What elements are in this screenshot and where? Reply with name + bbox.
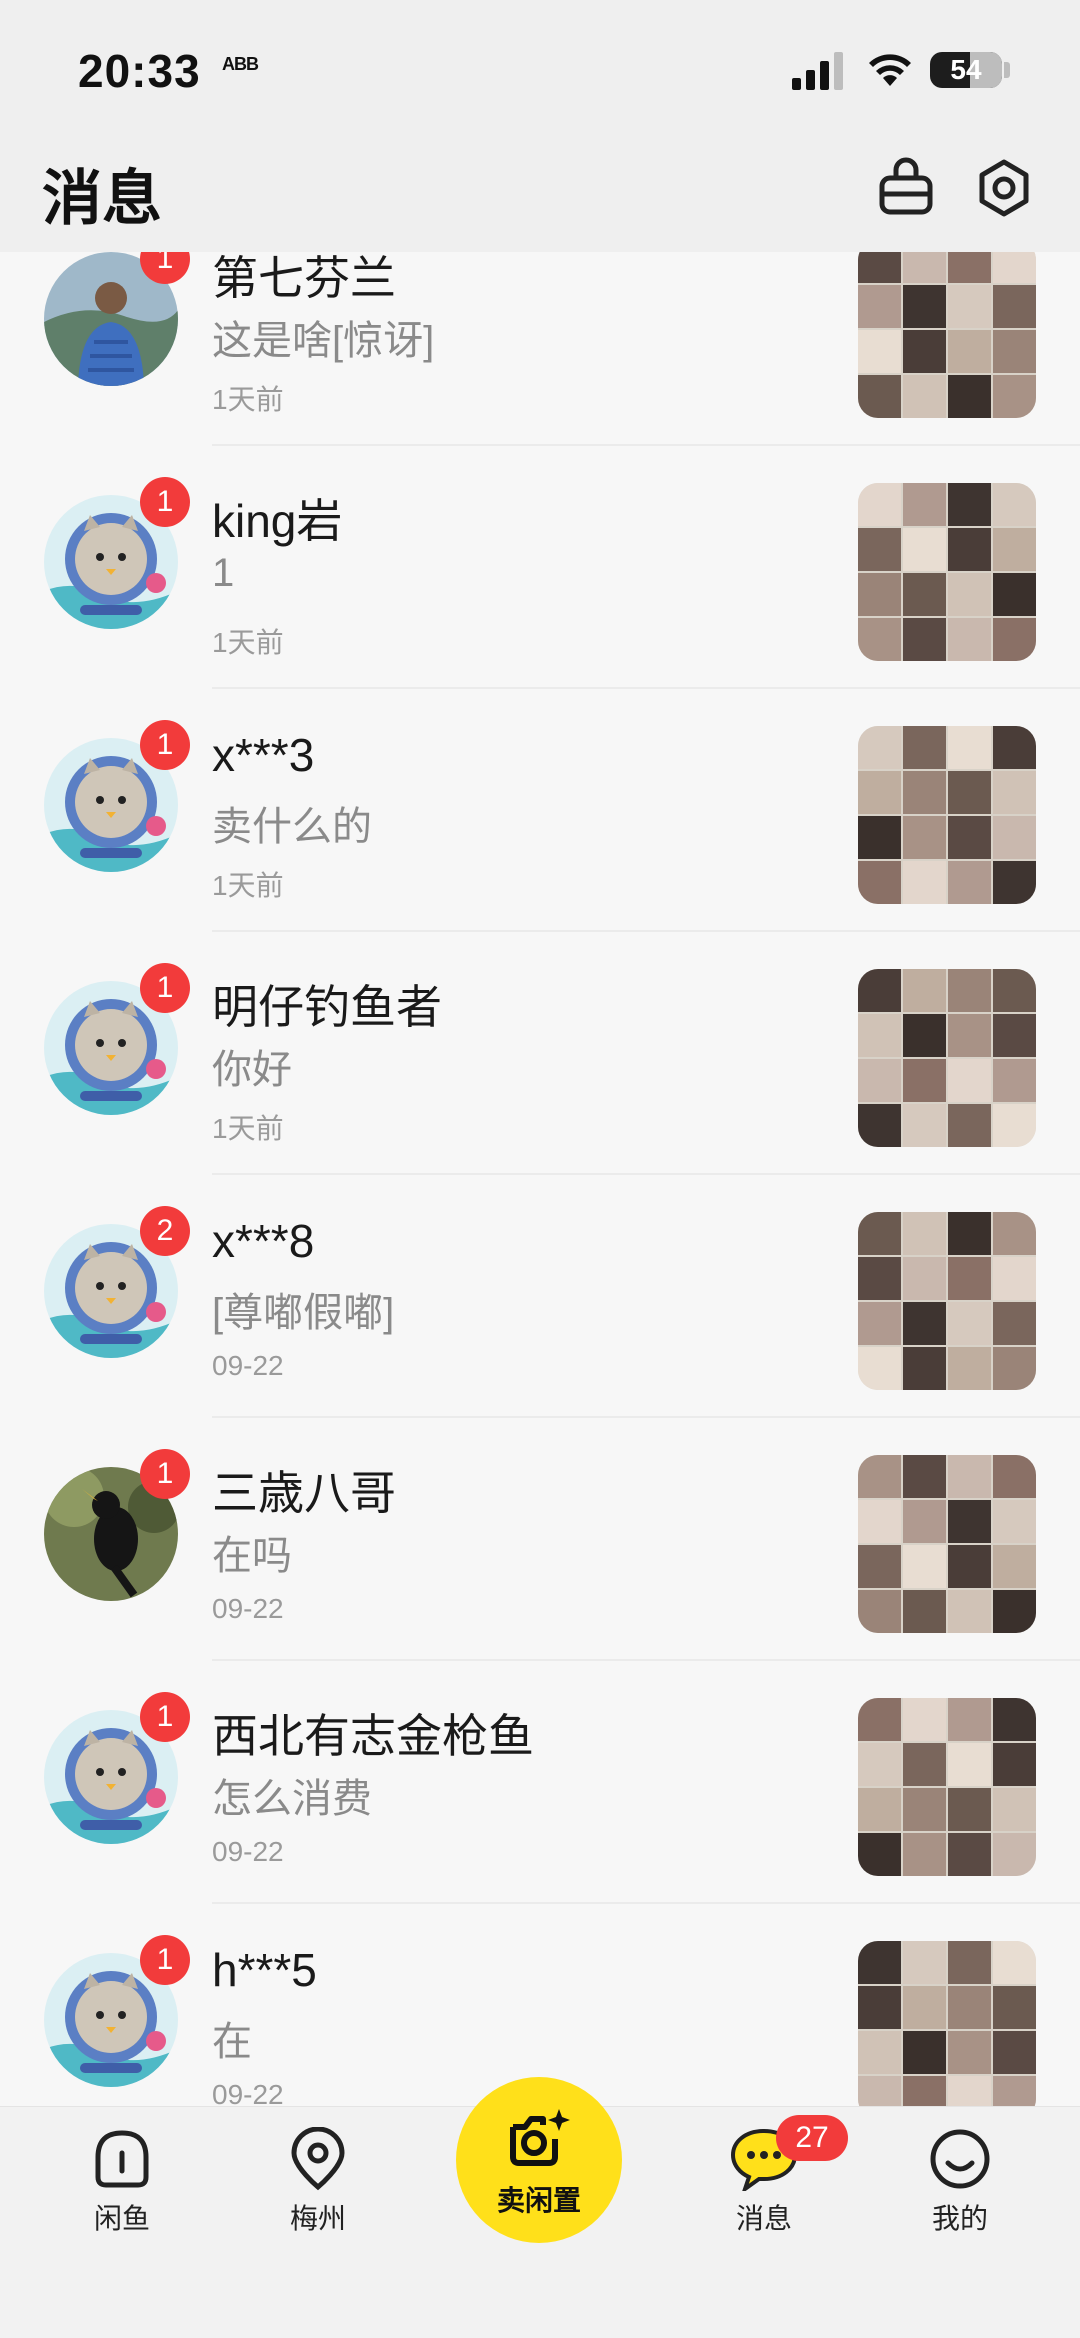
conversation-list[interactable]: 1 第七芬兰 这是啥[惊讶] 1天前 1 king岩 1 1天前 1 x***3… [0,252,1080,2106]
row-divider [212,1659,1080,1661]
row-divider [212,444,1080,446]
conversation-row[interactable]: 1 西北有志金枪鱼 怎么消费 09-22 [0,1692,1080,1953]
last-message: 在吗 [212,1534,292,1578]
bag-icon[interactable] [874,156,938,220]
last-message: 在 [212,2020,252,2064]
message-time: 09-22 [212,1593,284,1624]
battery-icon: 54 [930,52,1002,88]
page-title: 消息 [42,165,162,232]
battery-level: 54 [950,54,982,85]
conversation-row[interactable]: 1 三歳八哥 在吗 09-22 [0,1449,1080,1710]
message-time: 1天前 [212,384,284,415]
last-message: 1 [212,551,235,595]
settings-icon[interactable] [972,156,1036,220]
conversation-row[interactable]: 1 x***3 卖什么的 1天前 [0,720,1080,981]
wifi-icon [869,54,911,86]
tab-location[interactable]: 梅州 [248,2127,388,2237]
contact-name: 第七芬兰 [212,252,396,304]
contact-name: king岩 [212,495,343,547]
conversation-row[interactable]: 1 明仔钓鱼者 你好 1天前 [0,963,1080,1224]
row-divider [212,687,1080,689]
unread-badge: 1 [140,720,190,770]
contact-name: h***5 [212,1944,317,1996]
row-divider [212,1902,1080,1904]
camera-sparkle-icon [510,2109,570,2166]
message-time: 1天前 [212,1113,284,1144]
last-message: 你好 [212,1048,292,1092]
contact-name: 西北有志金枪鱼 [212,1710,534,1762]
smile-face-icon [930,2129,990,2189]
conversation-row[interactable]: 2 x***8 [尊嘟假嘟] 09-22 [0,1206,1080,1467]
row-divider [212,1173,1080,1175]
tab-location-label: 梅州 [289,2203,346,2234]
item-thumbnail[interactable] [858,726,1036,904]
conversation-row[interactable]: 1 第七芬兰 这是啥[惊讶] 1天前 [0,252,1080,495]
row-divider [212,930,1080,932]
unread-badge: 1 [140,1935,190,1985]
messages-unread-badge: 27 [776,2115,848,2161]
last-message: 怎么消费 [212,1777,372,1821]
status-tiny-label: ABB [222,54,259,74]
item-thumbnail[interactable] [858,1212,1036,1390]
page-header: 消息 [0,140,1080,252]
message-time: 1天前 [212,627,284,658]
message-time: 09-22 [212,1350,284,1381]
contact-name: x***3 [212,729,315,781]
tab-messages-label: 消息 [735,2203,792,2234]
conversation-row[interactable]: 1 king岩 1 1天前 [0,477,1080,738]
status-time: 20:33 [78,45,201,97]
item-thumbnail[interactable] [858,1698,1036,1876]
bottom-tab-bar: 闲鱼 梅州 卖闲置 消息 27 我的 [0,2077,1080,2338]
contact-name: x***8 [212,1215,315,1267]
message-time: 09-22 [212,1836,284,1867]
unread-badge: 1 [140,477,190,527]
home-icon [95,2130,149,2188]
tab-home-label: 闲鱼 [93,2203,150,2234]
sell-label: 卖闲置 [496,2185,581,2216]
location-pin-icon [291,2127,345,2191]
item-thumbnail[interactable] [858,1941,1036,2106]
tab-home[interactable]: 闲鱼 [52,2127,192,2237]
item-thumbnail[interactable] [858,252,1036,418]
contact-name: 三歳八哥 [212,1467,396,1519]
tab-me[interactable]: 我的 [890,2127,1030,2237]
cellular-signal-icon [792,52,843,90]
message-time: 1天前 [212,870,284,901]
unread-badge: 1 [140,963,190,1013]
message-time: 09-22 [212,2079,284,2106]
item-thumbnail[interactable] [858,1455,1036,1633]
status-bar: 20:33 ABB 54 [0,0,1080,140]
sell-button[interactable]: 卖闲置 [456,2077,622,2243]
tab-me-label: 我的 [931,2203,988,2234]
unread-badge: 2 [140,1206,190,1256]
item-thumbnail[interactable] [858,483,1036,661]
last-message: [尊嘟假嘟] [212,1291,395,1335]
row-divider [212,1416,1080,1418]
unread-badge: 1 [140,1692,190,1742]
last-message: 这是啥[惊讶] [212,319,435,363]
item-thumbnail[interactable] [858,969,1036,1147]
last-message: 卖什么的 [212,805,372,849]
unread-badge: 1 [140,1449,190,1499]
contact-name: 明仔钓鱼者 [212,981,442,1033]
